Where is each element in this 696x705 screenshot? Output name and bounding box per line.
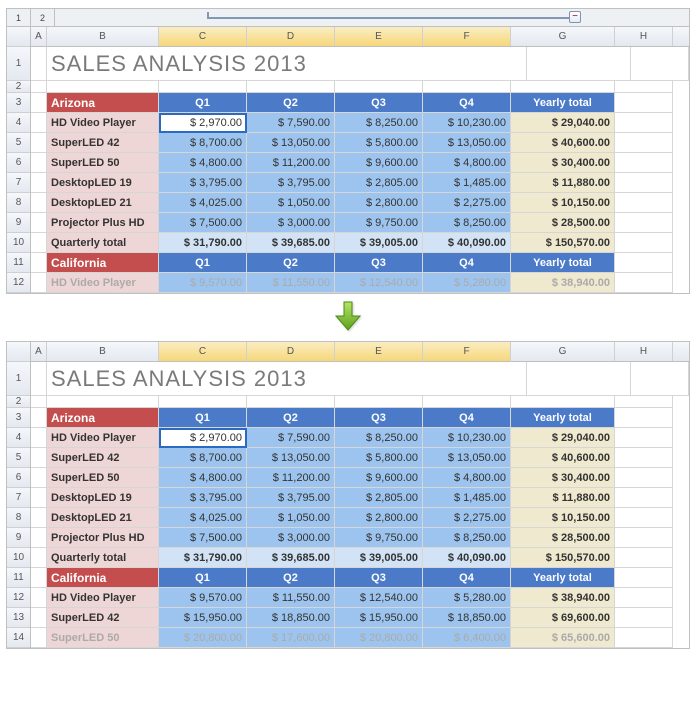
outline-collapse-button[interactable]: − [569,11,581,23]
col-header-A[interactable]: A [31,342,47,361]
row-header-6[interactable]: 6 [7,153,30,173]
row-header-3[interactable]: 3 [7,93,30,113]
row-header-1[interactable]: 1 [7,47,30,81]
region-name-arizona[interactable]: Arizona [47,93,159,113]
page-title[interactable]: SALES ANALYSIS 2013 [47,362,527,396]
row-header-13[interactable]: 13 [7,608,30,628]
row-header-7[interactable]: 7 [7,488,30,508]
q4-header[interactable]: Q4 [423,93,511,113]
q3-header[interactable]: Q3 [335,93,423,113]
row-header-5[interactable]: 5 [7,448,30,468]
row-header-14[interactable]: 14 [7,628,30,648]
row-header-8[interactable]: 8 [7,508,30,528]
outline-track: − [55,9,689,26]
outline-level-1[interactable]: 1 [7,9,31,26]
row-header-6[interactable]: 6 [7,468,30,488]
q1-header[interactable]: Q1 [159,93,247,113]
row-header-4[interactable]: 4 [7,113,30,133]
row-header-5[interactable]: 5 [7,133,30,153]
row-header-10[interactable]: 10 [7,548,30,568]
row-header-2[interactable]: 2 [7,81,30,93]
outline-level-2[interactable]: 2 [31,9,55,26]
yearly-total-header[interactable]: Yearly total [511,93,615,113]
california-header-row: California Q1 Q2 Q3 Q4 Yearly total [31,253,689,273]
row-header-8[interactable]: 8 [7,193,30,213]
column-headers: A B C D E F G H [31,342,689,362]
row-header-12[interactable]: 12 [7,588,30,608]
table-row: HD Video Player$ 9,570.00$ 11,550.00$ 12… [31,273,689,293]
row-header-11[interactable]: 11 [7,568,30,588]
row-header-10[interactable]: 10 [7,233,30,253]
table-row: DesktopLED 19$ 3,795.00$ 3,795.00$ 2,805… [31,173,689,193]
row-header-2[interactable]: 2 [7,396,30,408]
col-header-B[interactable]: B [47,27,159,46]
col-header-H[interactable]: H [615,27,673,46]
col-header-G[interactable]: G [511,342,615,361]
col-header-D[interactable]: D [247,342,335,361]
quarterly-total-row: Quarterly total $ 31,790.00 $ 39,685.00 … [31,233,689,253]
col-header-E[interactable]: E [335,342,423,361]
row-header-11[interactable]: 11 [7,253,30,273]
table-row: SuperLED 42$ 8,700.00$ 13,050.00$ 5,800.… [31,133,689,153]
col-header-A[interactable]: A [31,27,47,46]
table-row: DesktopLED 21$ 4,025.00$ 1,050.00$ 2,800… [31,193,689,213]
region-name-california[interactable]: California [47,253,159,273]
row-header-9[interactable]: 9 [7,528,30,548]
table-row: Projector Plus HD$ 7,500.00$ 3,000.00$ 9… [31,213,689,233]
row-header-1[interactable]: 1 [7,362,30,396]
q2-header[interactable]: Q2 [247,93,335,113]
row-headers: 1 2 3 4 5 6 7 8 9 10 11 12 13 14 [7,342,31,648]
table-row: HD Video Player $ 2,970.00 $ 7,590.00 $ … [31,113,689,133]
spreadsheet-after: 1 2 3 4 5 6 7 8 9 10 11 12 13 14 A B C D… [6,341,690,649]
row-header-9[interactable]: 9 [7,213,30,233]
page-title[interactable]: SALES ANALYSIS 2013 [47,47,527,81]
col-header-G[interactable]: G [511,27,615,46]
table-row: SuperLED 50$ 4,800.00$ 11,200.00$ 9,600.… [31,153,689,173]
row-header-12[interactable]: 12 [7,273,30,293]
column-headers: A B C D E F G H [31,27,689,47]
arizona-header-row: Arizona Q1 Q2 Q3 Q4 Yearly total [31,93,689,113]
row-headers: 1 2 3 4 5 6 7 8 9 10 11 12 [7,27,31,293]
col-header-F[interactable]: F [423,27,511,46]
col-header-C[interactable]: C [159,27,247,46]
col-header-H[interactable]: H [615,342,673,361]
col-header-D[interactable]: D [247,27,335,46]
row-header-4[interactable]: 4 [7,428,30,448]
transition-arrow-icon [4,300,692,335]
spreadsheet-before: 1 2 − 1 2 3 4 5 6 7 8 9 10 11 12 A B [6,8,690,294]
col-header-F[interactable]: F [423,342,511,361]
column-outline-bar: 1 2 − [7,9,689,27]
row-header-3[interactable]: 3 [7,408,30,428]
row-header-7[interactable]: 7 [7,173,30,193]
active-cell[interactable]: $ 2,970.00 [159,113,247,133]
col-header-C[interactable]: C [159,342,247,361]
col-header-E[interactable]: E [335,27,423,46]
col-header-B[interactable]: B [47,342,159,361]
